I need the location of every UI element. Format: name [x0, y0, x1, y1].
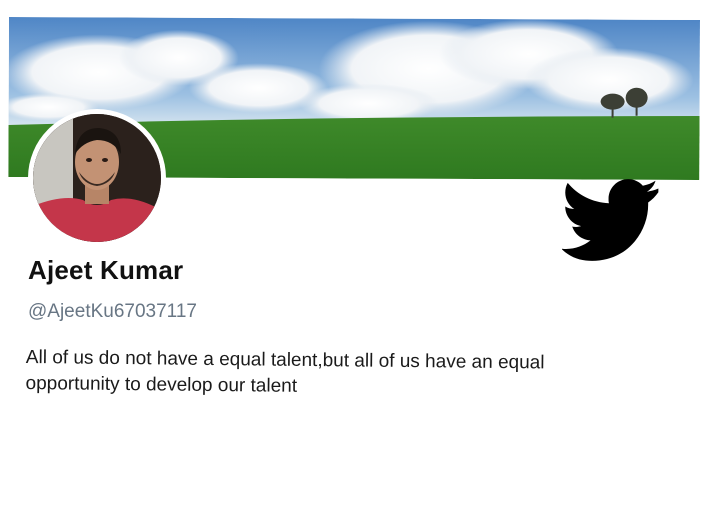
profile-bio: All of us do not have a equal talent,but… [25, 346, 545, 397]
twitter-bird-icon [561, 179, 660, 261]
profile-name: Ajeet Kumar [28, 255, 184, 285]
profile-handle: @AjeetKu67037117 [28, 301, 197, 322]
avatar[interactable] [28, 109, 166, 247]
avatar-photo [33, 114, 161, 242]
profile-card: Ajeet Kumar @AjeetKu67037117 All of us d… [0, 0, 720, 526]
